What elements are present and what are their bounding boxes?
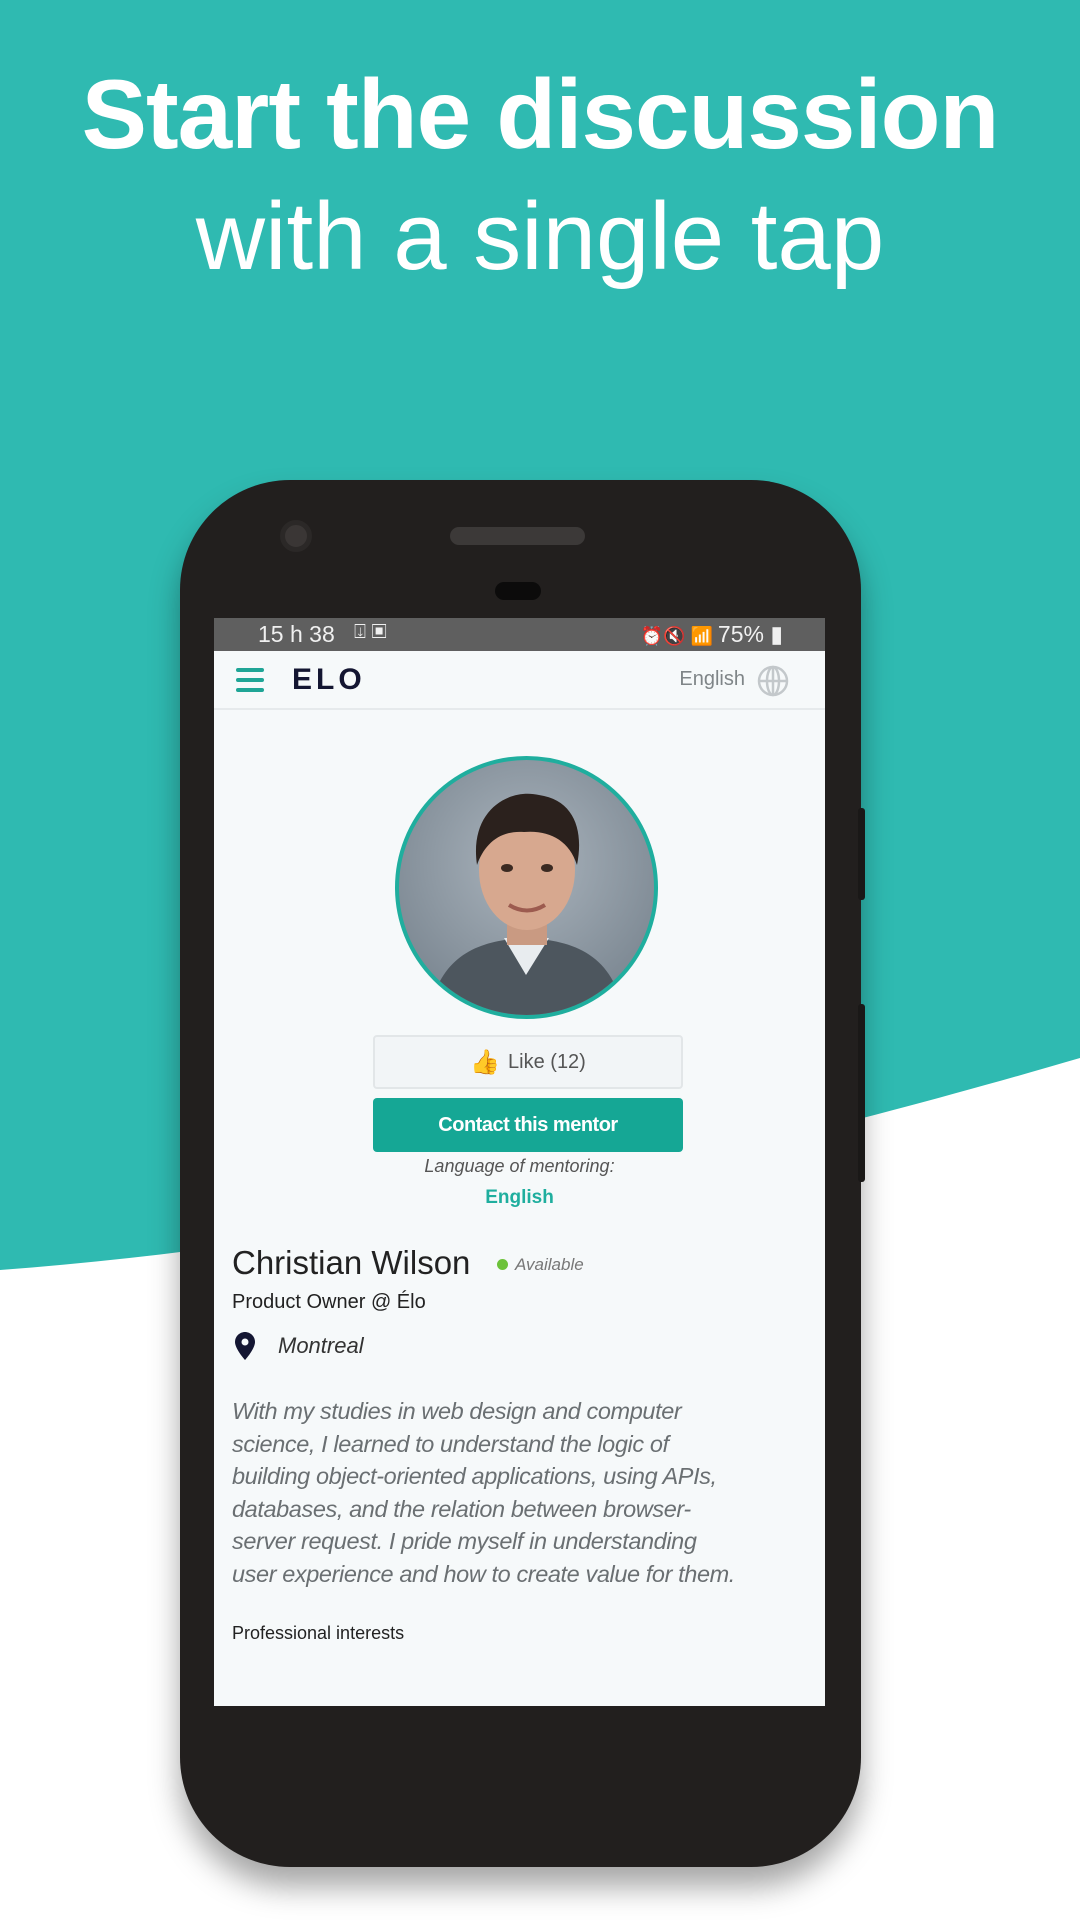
mentor-location: Montreal <box>278 1333 364 1358</box>
language-selector[interactable]: English <box>679 668 745 691</box>
contact-mentor-button[interactable]: Contact this mentor <box>373 1098 683 1152</box>
download-icon: ⍗ ▣ <box>354 621 387 643</box>
mentor-bio: With my studies in web design and comput… <box>232 1395 735 1590</box>
bio-line: user experience and how to create value … <box>232 1560 735 1587</box>
mentor-role: Product Owner @ Élo <box>232 1291 426 1313</box>
availability-status: Available <box>497 1255 584 1275</box>
volume-button <box>858 1004 865 1182</box>
location-pin-icon <box>235 1332 255 1360</box>
professional-interests-heading: Professional interests <box>232 1623 405 1643</box>
power-button <box>858 808 865 900</box>
status-time: 15 h 38 <box>258 621 335 647</box>
avatar <box>395 756 658 1019</box>
mentoring-language-label: Language of mentoring: <box>424 1156 615 1176</box>
globe-icon[interactable] <box>757 665 789 697</box>
headline-title: Start the discussion <box>81 59 1000 169</box>
mentor-photo <box>429 793 624 1015</box>
bio-line: server request. I pride myself in unders… <box>232 1528 697 1554</box>
headline-subtitle: with a single tap <box>195 183 885 290</box>
mentoring-language: English <box>485 1187 554 1208</box>
battery-level: 75% <box>717 621 764 647</box>
like-label: Like (12) <box>508 1050 586 1073</box>
mentor-name: Christian Wilson <box>232 1244 471 1281</box>
menu-icon[interactable] <box>236 668 264 698</box>
logo[interactable]: ELO <box>292 663 366 697</box>
bio-line: databases, and the relation between brow… <box>232 1495 691 1522</box>
bio-line: With my studies in web design and comput… <box>232 1398 682 1424</box>
available-dot-icon <box>497 1259 508 1270</box>
app-bar: ELO English <box>214 651 825 710</box>
earpiece <box>450 527 585 545</box>
bio-line: science, I learned to understand the log… <box>232 1430 669 1457</box>
battery-icon: ▮ <box>763 621 783 647</box>
bio-line: building object-oriented applications, u… <box>232 1463 717 1489</box>
like-button[interactable]: 👍 Like (12) <box>373 1035 683 1089</box>
alarm-icon: ⏰🔇 📶 <box>640 626 718 646</box>
status-bar: 15 h 38 ⍗ ▣ ⏰🔇 📶 75% ▮ <box>214 618 825 651</box>
sensor <box>495 582 541 600</box>
front-camera-icon <box>280 520 312 552</box>
thumbs-up-icon: 👍 <box>470 1048 501 1076</box>
